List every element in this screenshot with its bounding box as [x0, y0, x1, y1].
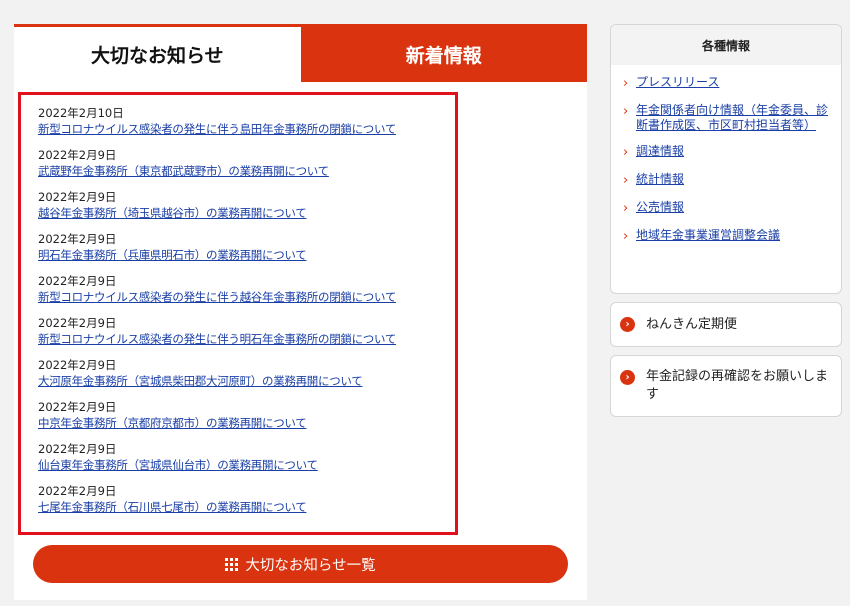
chevron-right-icon: ›	[623, 229, 629, 244]
pension-record-check-card[interactable]: › 年金記録の再確認をお願いします	[610, 355, 842, 417]
chevron-right-circle-icon: ›	[620, 317, 635, 332]
news-date: 2022年2月9日	[38, 232, 117, 246]
news-item: 2022年2月9日 仙台東年金事務所（宮城県仙台市）の業務再開について	[38, 442, 455, 473]
news-item: 2022年2月9日 七尾年金事務所（石川県七尾市）の業務再開について	[38, 484, 455, 515]
news-link[interactable]: 新型コロナウイルス感染者の発生に伴う明石年金事務所の閉鎖について	[38, 331, 455, 347]
news-list: 2022年2月10日 新型コロナウイルス感染者の発生に伴う島田年金事務所の閉鎖につ…	[18, 92, 458, 535]
info-link[interactable]: プレスリリース	[636, 75, 719, 92]
news-link[interactable]: 新型コロナウイルス感染者の発生に伴う島田年金事務所の閉鎖について	[38, 121, 455, 137]
info-link-item: › 統計情報	[623, 172, 831, 189]
list-button-label: 大切なお知らせ一覧	[245, 557, 376, 574]
news-date: 2022年2月10日	[38, 106, 124, 120]
grid-icon	[225, 557, 239, 571]
news-item: 2022年2月9日 大河原年金事務所（宮城県柴田郡大河原町）の業務再開について	[38, 358, 455, 389]
info-link[interactable]: 地域年金事業運営調整会議	[636, 228, 780, 245]
news-date: 2022年2月9日	[38, 190, 117, 204]
news-date: 2022年2月9日	[38, 442, 117, 456]
news-link[interactable]: 新型コロナウイルス感染者の発生に伴う越谷年金事務所の閉鎖について	[38, 289, 455, 305]
news-link[interactable]: 大河原年金事務所（宮城県柴田郡大河原町）の業務再開について	[38, 373, 455, 389]
news-date: 2022年2月9日	[38, 400, 117, 414]
chevron-right-icon: ›	[623, 201, 629, 216]
info-link-item: › 調達情報	[623, 144, 831, 161]
news-date: 2022年2月9日	[38, 484, 117, 498]
card-label: ねんきん定期便	[646, 316, 738, 332]
news-item: 2022年2月9日 明石年金事務所（兵庫県明石市）の業務再開について	[38, 232, 455, 263]
tab-important-notices[interactable]: 大切なお知らせ	[14, 27, 301, 82]
chevron-right-icon: ›	[623, 104, 629, 119]
chevron-right-icon: ›	[623, 76, 629, 91]
card-label: 年金記録の再確認をお願いします	[646, 369, 829, 402]
info-link[interactable]: 公売情報	[636, 200, 684, 217]
news-link[interactable]: 武蔵野年金事務所（東京都武蔵野市）の業務再開について	[38, 163, 455, 179]
info-link-item: › 年金関係者向け情報（年金委員、診断書作成医、市区町村担当者等）	[623, 103, 831, 133]
news-link[interactable]: 仙台東年金事務所（宮城県仙台市）の業務再開について	[38, 457, 455, 473]
info-link-item: › プレスリリース	[623, 75, 831, 92]
news-date: 2022年2月9日	[38, 316, 117, 330]
news-link[interactable]: 七尾年金事務所（石川県七尾市）の業務再開について	[38, 499, 455, 515]
info-link[interactable]: 統計情報	[636, 172, 684, 189]
info-link-item: › 地域年金事業運営調整会議	[623, 228, 831, 245]
news-item: 2022年2月9日 中京年金事務所（京都府京都市）の業務再開について	[38, 400, 455, 431]
tab-new-info[interactable]: 新着情報	[300, 27, 587, 82]
nenkin-teikibin-card[interactable]: › ねんきん定期便	[610, 302, 842, 347]
news-link[interactable]: 中京年金事務所（京都府京都市）の業務再開について	[38, 415, 455, 431]
news-date: 2022年2月9日	[38, 358, 117, 372]
info-link-list: › プレスリリース › 年金関係者向け情報（年金委員、診断書作成医、市区町村担当者等）…	[611, 65, 841, 245]
news-link[interactable]: 明石年金事務所（兵庫県明石市）の業務再開について	[38, 247, 455, 263]
chevron-right-circle-icon: ›	[620, 370, 635, 385]
news-item: 2022年2月10日 新型コロナウイルス感染者の発生に伴う島田年金事務所の閉鎖につ…	[38, 106, 455, 137]
main-panel: 大切なお知らせ 新着情報 2022年2月10日 新型コロナウイルス感染者の発生に伴…	[14, 24, 587, 600]
important-notices-list-button[interactable]: 大切なお知らせ一覧	[33, 545, 568, 583]
news-link[interactable]: 越谷年金事務所（埼玉県越谷市）の業務再開について	[38, 205, 455, 221]
info-panel: 各種情報 › プレスリリース › 年金関係者向け情報（年金委員、診断書作成医、市区町村…	[610, 24, 842, 294]
chevron-right-icon: ›	[623, 145, 629, 160]
info-panel-title: 各種情報	[611, 25, 841, 65]
news-item: 2022年2月9日 新型コロナウイルス感染者の発生に伴う明石年金事務所の閉鎖につい…	[38, 316, 455, 347]
info-link-item: › 公売情報	[623, 200, 831, 217]
news-item: 2022年2月9日 新型コロナウイルス感染者の発生に伴う越谷年金事務所の閉鎖につい…	[38, 274, 455, 305]
info-link[interactable]: 調達情報	[636, 144, 684, 161]
news-date: 2022年2月9日	[38, 274, 117, 288]
news-item: 2022年2月9日 越谷年金事務所（埼玉県越谷市）の業務再開について	[38, 190, 455, 221]
tab-bar: 大切なお知らせ 新着情報	[14, 24, 587, 82]
news-item: 2022年2月9日 武蔵野年金事務所（東京都武蔵野市）の業務再開について	[38, 148, 455, 179]
chevron-right-icon: ›	[623, 173, 629, 188]
info-link[interactable]: 年金関係者向け情報（年金委員、診断書作成医、市区町村担当者等）	[636, 103, 831, 133]
news-date: 2022年2月9日	[38, 148, 117, 162]
